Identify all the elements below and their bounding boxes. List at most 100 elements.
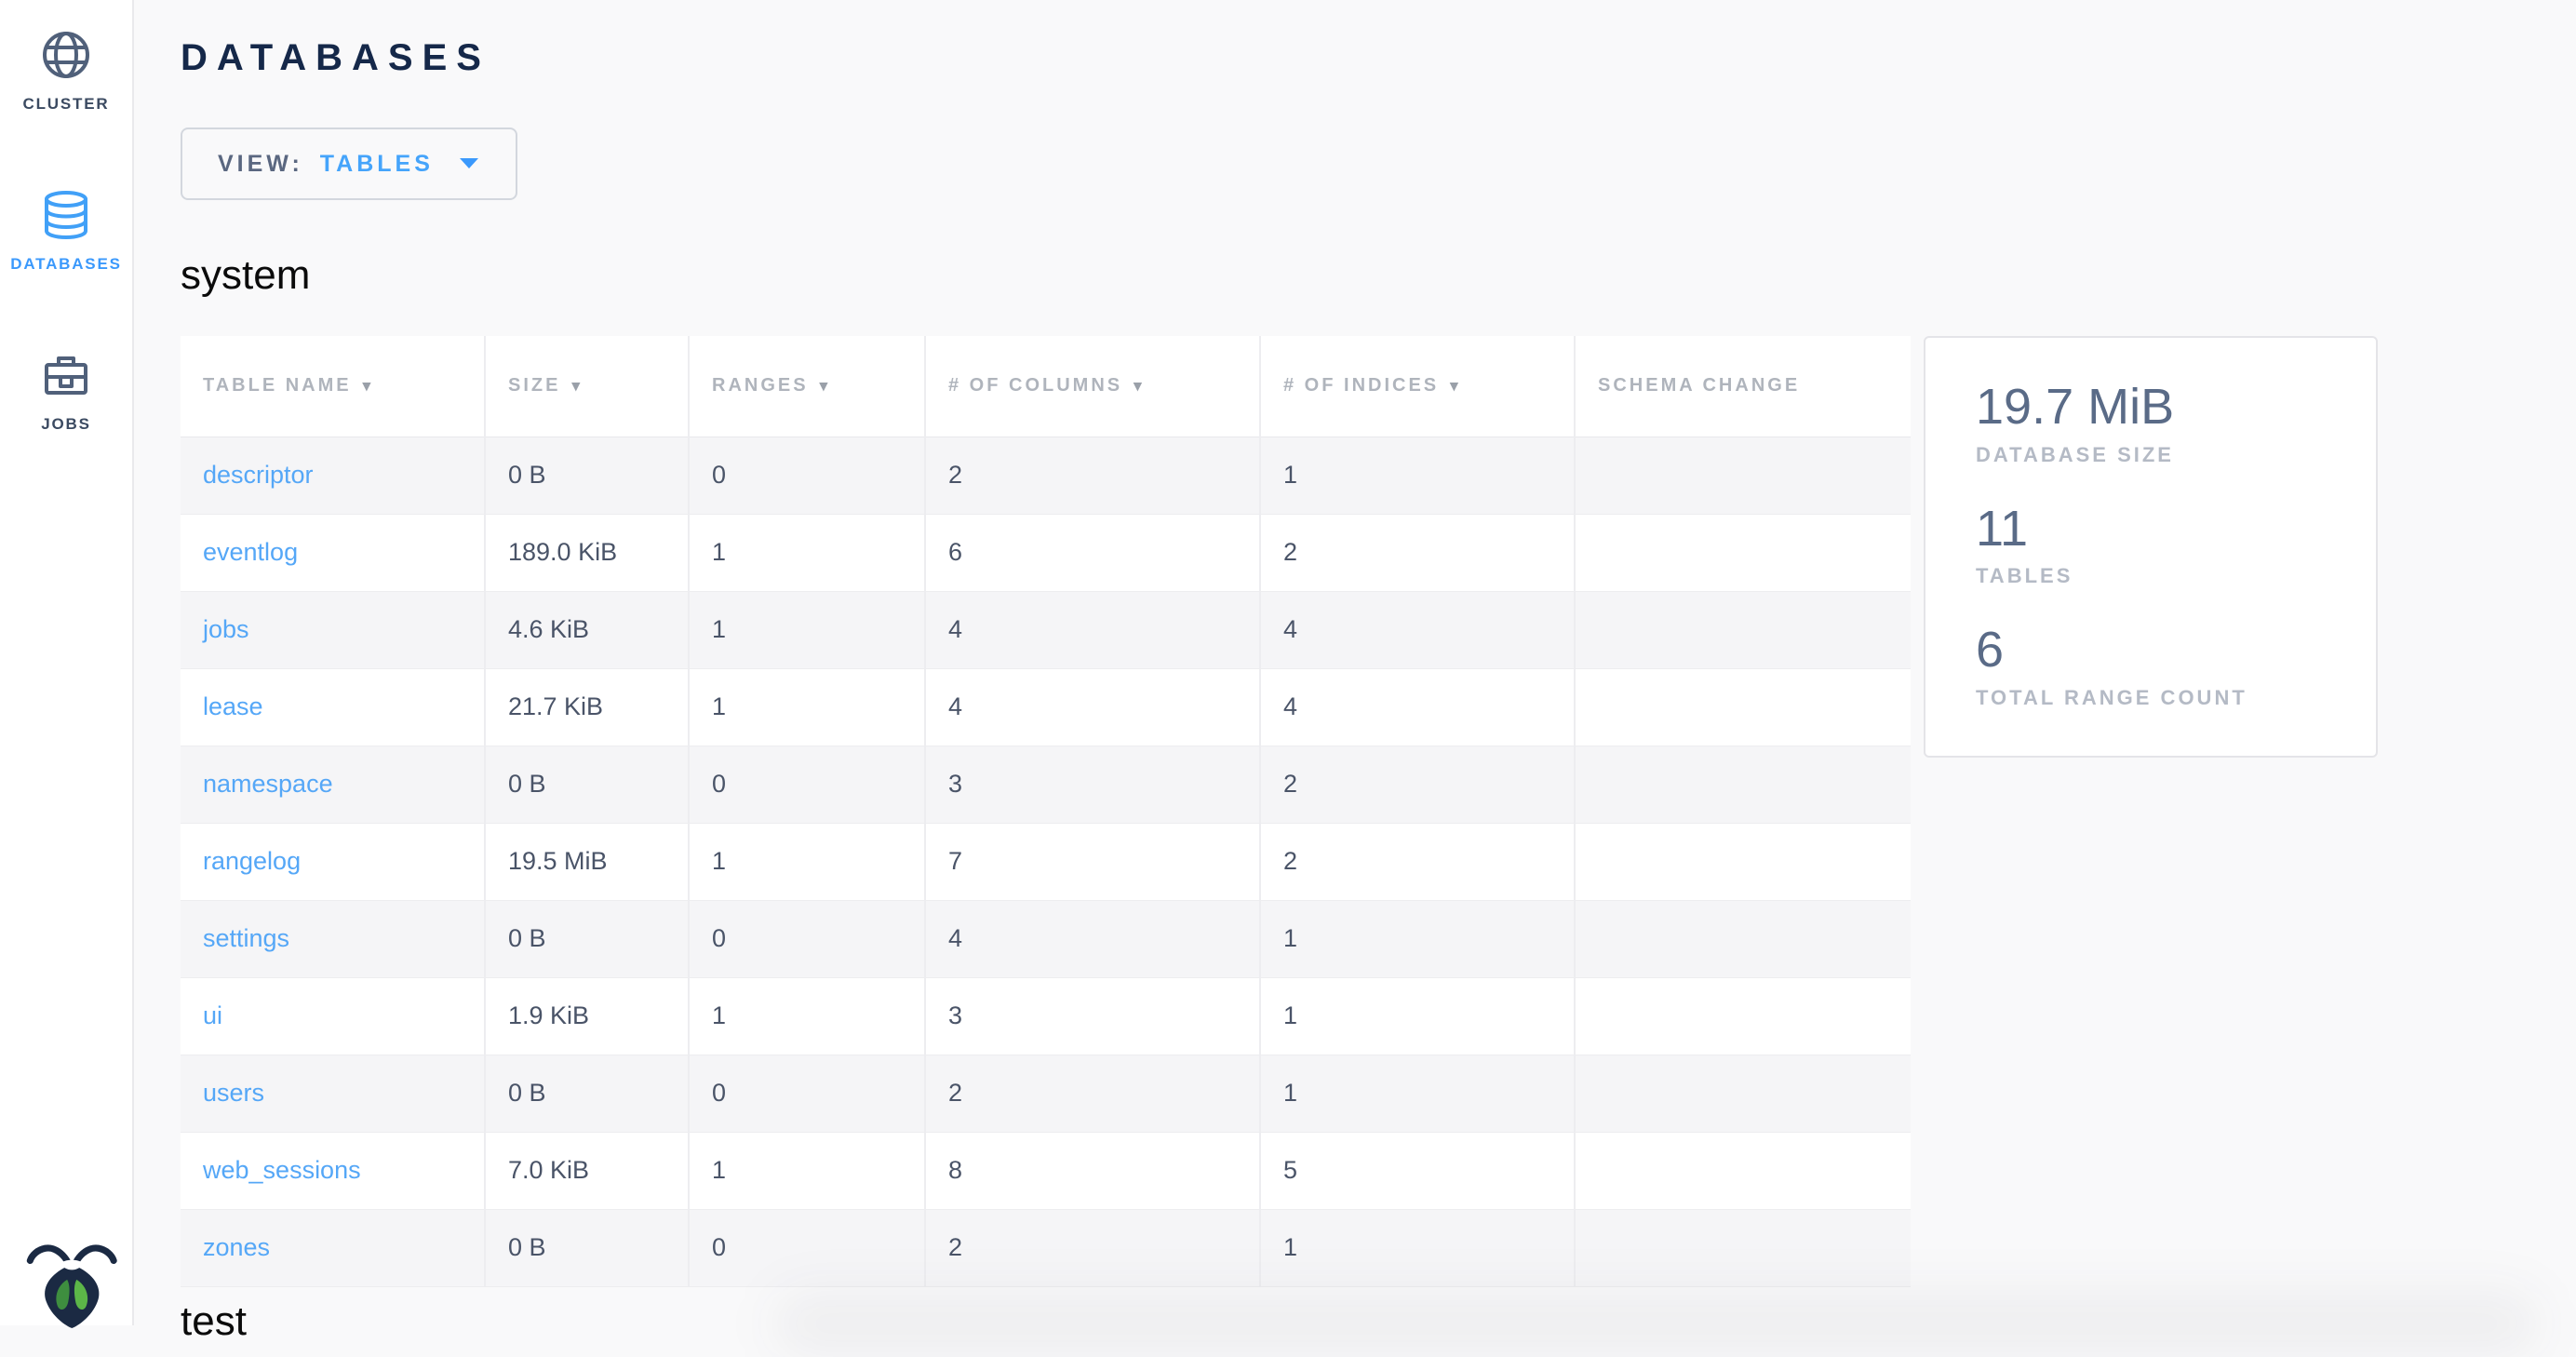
table-name-link[interactable]: eventlog [203, 538, 298, 566]
view-selector-label: VIEW: [218, 151, 303, 178]
schema-change-cell [1575, 1055, 1911, 1132]
table-name-link[interactable]: lease [203, 692, 263, 720]
table-row: settings 0 B 0 4 1 [181, 900, 1911, 977]
stat-label: DATABASE SIZE [1976, 443, 2376, 467]
sidebar-item-databases[interactable]: DATABASES [10, 188, 121, 274]
columns-cell: 3 [925, 977, 1260, 1055]
schema-change-cell [1575, 977, 1911, 1055]
ranges-cell: 1 [689, 977, 925, 1055]
indices-cell: 4 [1260, 668, 1575, 746]
stat-value: 19.7 MiB [1976, 381, 2376, 434]
tables-table: TABLE NAME▾ SIZE▾ RANGES▾ # OF COLUMNS▾ … [181, 336, 1911, 1287]
schema-change-cell [1575, 668, 1911, 746]
column-header-num-indices[interactable]: # OF INDICES▾ [1260, 336, 1575, 437]
table-row: rangelog 19.5 MiB 1 7 2 [181, 823, 1911, 900]
schema-change-cell [1575, 514, 1911, 591]
table-name-link[interactable]: web_sessions [203, 1156, 361, 1184]
indices-cell: 1 [1260, 977, 1575, 1055]
table-name-link[interactable]: namespace [203, 770, 333, 798]
column-header-size[interactable]: SIZE▾ [485, 336, 689, 437]
table-name-link[interactable]: ui [203, 1001, 222, 1029]
table-row: lease 21.7 KiB 1 4 4 [181, 668, 1911, 746]
schema-change-cell [1575, 1132, 1911, 1209]
schema-change-cell [1575, 746, 1911, 823]
stat-tables: 11 TABLES [1976, 503, 2376, 589]
indices-cell: 1 [1260, 1055, 1575, 1132]
ranges-cell: 0 [689, 900, 925, 977]
table-row: web_sessions 7.0 KiB 1 8 5 [181, 1132, 1911, 1209]
size-cell: 0 B [485, 746, 689, 823]
columns-cell: 2 [925, 1055, 1260, 1132]
table-name-link[interactable]: rangelog [203, 847, 301, 875]
table-row: zones 0 B 0 2 1 [181, 1209, 1911, 1286]
columns-cell: 8 [925, 1132, 1260, 1209]
size-cell: 0 B [485, 900, 689, 977]
table-row: eventlog 189.0 KiB 1 6 2 [181, 514, 1911, 591]
cockroach-logo-icon [23, 1240, 120, 1331]
stat-label: TABLES [1976, 564, 2376, 588]
table-row: descriptor 0 B 0 2 1 [181, 437, 1911, 514]
indices-cell: 4 [1260, 591, 1575, 668]
sidebar-item-label: CLUSTER [23, 95, 110, 114]
indices-cell: 2 [1260, 746, 1575, 823]
view-selector-button[interactable]: VIEW: TABLES [181, 128, 517, 200]
stat-value: 6 [1976, 624, 2376, 677]
column-header-table-name[interactable]: TABLE NAME▾ [181, 336, 485, 437]
sidebar-item-label: JOBS [41, 415, 91, 434]
ranges-cell: 1 [689, 514, 925, 591]
sort-arrow-icon: ▾ [571, 377, 583, 395]
sidebar-item-jobs[interactable]: JOBS [39, 348, 93, 434]
indices-cell: 1 [1260, 437, 1575, 514]
table-row: ui 1.9 KiB 1 3 1 [181, 977, 1911, 1055]
chevron-down-icon [458, 155, 480, 173]
schema-change-cell [1575, 437, 1911, 514]
sort-arrow-icon: ▾ [363, 377, 374, 395]
columns-cell: 4 [925, 900, 1260, 977]
briefcase-icon [39, 348, 93, 402]
ranges-cell: 0 [689, 1209, 925, 1286]
schema-change-cell [1575, 591, 1911, 668]
size-cell: 21.7 KiB [485, 668, 689, 746]
stat-value: 11 [1976, 503, 2376, 556]
table-row: jobs 4.6 KiB 1 4 4 [181, 591, 1911, 668]
size-cell: 0 B [485, 437, 689, 514]
view-selector-value: TABLES [320, 151, 434, 178]
table-name-link[interactable]: users [203, 1079, 264, 1107]
size-cell: 0 B [485, 1209, 689, 1286]
table-name-link[interactable]: descriptor [203, 461, 314, 489]
table-name-link[interactable]: zones [203, 1233, 270, 1261]
sort-arrow-icon: ▾ [1450, 377, 1461, 395]
stat-database-size: 19.7 MiB DATABASE SIZE [1976, 381, 2376, 467]
table-name-link[interactable]: settings [203, 924, 289, 952]
ranges-cell: 1 [689, 668, 925, 746]
sort-arrow-icon: ▾ [1134, 377, 1145, 395]
page-title: DATABASES [181, 37, 2576, 79]
indices-cell: 2 [1260, 823, 1575, 900]
columns-cell: 2 [925, 1209, 1260, 1286]
ranges-cell: 1 [689, 1132, 925, 1209]
table-name-link[interactable]: jobs [203, 615, 249, 643]
size-cell: 1.9 KiB [485, 977, 689, 1055]
ranges-cell: 0 [689, 1055, 925, 1132]
column-header-schema-change: SCHEMA CHANGE [1575, 336, 1911, 437]
column-header-num-columns[interactable]: # OF COLUMNS▾ [925, 336, 1260, 437]
schema-change-cell [1575, 1209, 1911, 1286]
columns-cell: 4 [925, 591, 1260, 668]
table-row: namespace 0 B 0 3 2 [181, 746, 1911, 823]
schema-change-cell [1575, 823, 1911, 900]
globe-icon [39, 28, 93, 82]
ranges-cell: 0 [689, 746, 925, 823]
column-header-ranges[interactable]: RANGES▾ [689, 336, 925, 437]
indices-cell: 1 [1260, 900, 1575, 977]
columns-cell: 2 [925, 437, 1260, 514]
sidebar-item-cluster[interactable]: CLUSTER [23, 28, 110, 114]
size-cell: 19.5 MiB [485, 823, 689, 900]
ranges-cell: 1 [689, 591, 925, 668]
columns-cell: 3 [925, 746, 1260, 823]
database-section-heading-system: system [181, 252, 2576, 299]
ranges-cell: 0 [689, 437, 925, 514]
database-icon [39, 188, 93, 242]
size-cell: 7.0 KiB [485, 1132, 689, 1209]
sidebar: CLUSTER DATABASES JOBS [0, 0, 134, 1325]
size-cell: 189.0 KiB [485, 514, 689, 591]
